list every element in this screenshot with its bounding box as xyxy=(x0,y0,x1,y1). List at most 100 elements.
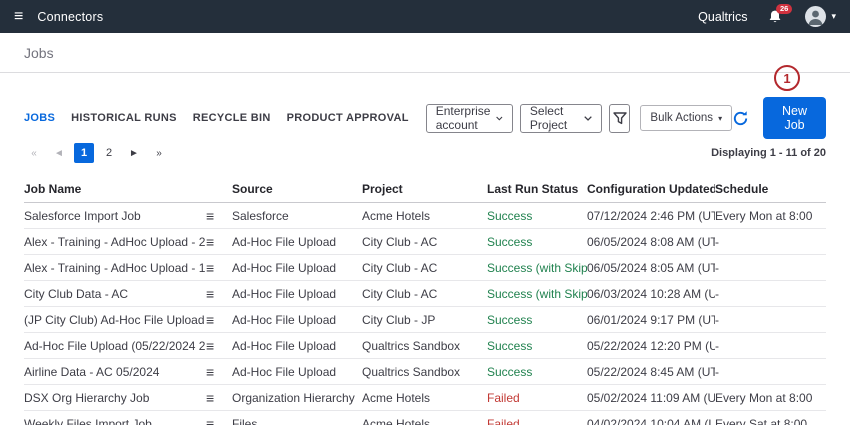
job-schedule: - xyxy=(715,365,826,379)
row-menu-icon[interactable]: ≡ xyxy=(206,234,232,250)
job-name[interactable]: (JP City Club) Ad-Hoc File Upload (06/01… xyxy=(24,313,206,327)
job-name[interactable]: Airline Data - AC 05/2024 xyxy=(24,365,206,379)
column-source[interactable]: Source xyxy=(232,182,362,196)
jobs-table: Job Name Source Project Last Run Status … xyxy=(24,175,826,425)
table-header-row: Job Name Source Project Last Run Status … xyxy=(24,175,826,203)
job-name[interactable]: Ad-Hoc File Upload (05/22/2024 2:19 PM .… xyxy=(24,339,206,353)
job-status: Success xyxy=(487,209,587,223)
job-name[interactable]: Alex - Training - AdHoc Upload - 2 xyxy=(24,235,206,249)
top-bar: ≡ Connectors Qualtrics 26 ▾ xyxy=(0,0,850,33)
job-updated: 06/01/2024 9:17 PM (UTC-0... xyxy=(587,313,715,327)
bulk-actions-label: Bulk Actions xyxy=(650,112,713,124)
column-schedule[interactable]: Schedule xyxy=(715,182,826,196)
brand-link[interactable]: Qualtrics xyxy=(698,10,747,24)
row-menu-icon[interactable]: ≡ xyxy=(206,416,232,425)
table-row[interactable]: Alex - Training - AdHoc Upload - 2 ≡ Ad-… xyxy=(24,229,826,255)
tab-jobs[interactable]: JOBS xyxy=(24,112,55,124)
job-name[interactable]: Alex - Training - AdHoc Upload - 1 xyxy=(24,261,206,275)
row-menu-icon[interactable]: ≡ xyxy=(206,390,232,406)
page-button-1[interactable]: 1 xyxy=(74,143,94,163)
job-project: Acme Hotels xyxy=(362,209,487,223)
new-job-button[interactable]: New Job xyxy=(763,97,826,139)
refresh-icon xyxy=(732,110,749,127)
job-source: Organization Hierarchy xyxy=(232,391,362,405)
last-page-button[interactable]: » xyxy=(149,143,169,163)
filter-button[interactable] xyxy=(609,104,630,133)
project-dropdown[interactable]: Select Project xyxy=(520,104,602,133)
account-dropdown-value: Enterprise account xyxy=(436,104,497,132)
job-status: Failed xyxy=(487,391,587,405)
notification-badge: 26 xyxy=(776,4,791,15)
next-page-button[interactable]: ► xyxy=(124,143,144,163)
column-project[interactable]: Project xyxy=(362,182,487,196)
table-row[interactable]: City Club Data - AC ≡ Ad-Hoc File Upload… xyxy=(24,281,826,307)
job-updated: 06/05/2024 8:05 AM (UTC-0... xyxy=(587,261,715,275)
refresh-button[interactable] xyxy=(732,110,749,127)
chevron-down-icon xyxy=(496,115,503,122)
job-status: Success xyxy=(487,235,587,249)
job-project: City Club - AC xyxy=(362,287,487,301)
column-configuration-updated-label: Configuration Updated xyxy=(587,182,715,196)
column-job-name[interactable]: Job Name xyxy=(24,182,206,196)
table-row[interactable]: DSX Org Hierarchy Job ≡ Organization Hie… xyxy=(24,385,826,411)
table-row[interactable]: (JP City Club) Ad-Hoc File Upload (06/01… xyxy=(24,307,826,333)
job-project: Qualtrics Sandbox xyxy=(362,365,487,379)
tab-recycle-bin[interactable]: RECYCLE BIN xyxy=(193,112,271,124)
job-updated: 07/12/2024 2:46 PM (UTC-0... xyxy=(587,209,715,223)
table-row[interactable]: Alex - Training - AdHoc Upload - 1 ≡ Ad-… xyxy=(24,255,826,281)
account-dropdown[interactable]: Enterprise account xyxy=(426,104,513,133)
job-source: Ad-Hoc File Upload xyxy=(232,365,362,379)
prev-page-button[interactable]: ◄ xyxy=(49,143,69,163)
job-schedule: Every Mon at 8:00 xyxy=(715,391,826,405)
tab-product-approval[interactable]: PRODUCT APPROVAL xyxy=(287,112,409,124)
chevron-down-icon: ▾ xyxy=(831,11,836,22)
tab-bar: JOBS HISTORICAL RUNS RECYCLE BIN PRODUCT… xyxy=(24,112,409,124)
job-schedule: - xyxy=(715,339,826,353)
hamburger-menu-icon[interactable]: ≡ xyxy=(14,9,23,25)
row-menu-icon[interactable]: ≡ xyxy=(206,286,232,302)
job-source: Ad-Hoc File Upload xyxy=(232,261,362,275)
job-updated: 04/02/2024 10:04 AM (UTC-... xyxy=(587,417,715,425)
tab-historical-runs[interactable]: HISTORICAL RUNS xyxy=(71,112,177,124)
account-menu-button[interactable]: ▾ xyxy=(805,6,836,27)
job-project: Acme Hotels xyxy=(362,417,487,425)
table-row[interactable]: Ad-Hoc File Upload (05/22/2024 2:19 PM .… xyxy=(24,333,826,359)
user-icon xyxy=(805,6,826,27)
job-status: Success (with Skipp... xyxy=(487,261,587,275)
table-row[interactable]: Weekly Files Import Job ≡ Files Acme Hot… xyxy=(24,411,826,425)
chevron-down-icon xyxy=(584,115,592,122)
caret-down-icon: ▾ xyxy=(718,114,722,123)
row-menu-icon[interactable]: ≡ xyxy=(206,364,232,380)
first-page-button[interactable]: « xyxy=(24,143,44,163)
bulk-actions-button[interactable]: Bulk Actions ▾ xyxy=(640,105,732,131)
job-status: Success xyxy=(487,365,587,379)
table-row[interactable]: Salesforce Import Job ≡ Salesforce Acme … xyxy=(24,203,826,229)
table-row[interactable]: Airline Data - AC 05/2024 ≡ Ad-Hoc File … xyxy=(24,359,826,385)
row-menu-icon[interactable]: ≡ xyxy=(206,312,232,328)
job-schedule: Every Sat at 8:00 xyxy=(715,417,826,425)
job-name[interactable]: DSX Org Hierarchy Job xyxy=(24,391,206,405)
job-status: Failed xyxy=(487,417,587,425)
job-schedule: - xyxy=(715,235,826,249)
row-menu-icon[interactable]: ≡ xyxy=(206,260,232,276)
row-menu-icon[interactable]: ≡ xyxy=(206,338,232,354)
job-name[interactable]: City Club Data - AC xyxy=(24,287,206,301)
displaying-count: Displaying 1 - 11 of 20 xyxy=(711,147,826,159)
page-header: Jobs xyxy=(0,33,850,73)
notifications-button[interactable]: 26 xyxy=(767,9,783,25)
job-project: Qualtrics Sandbox xyxy=(362,339,487,353)
job-updated: 05/22/2024 8:45 AM (UTC-0... xyxy=(587,365,715,379)
job-name[interactable]: Weekly Files Import Job xyxy=(24,417,206,425)
page-button-2[interactable]: 2 xyxy=(99,143,119,163)
job-status: Success xyxy=(487,313,587,327)
job-project: City Club - AC xyxy=(362,235,487,249)
column-configuration-updated[interactable]: Configuration Updated xyxy=(587,182,715,196)
job-source: Salesforce xyxy=(232,209,362,223)
job-name[interactable]: Salesforce Import Job xyxy=(24,209,206,223)
column-last-run-status[interactable]: Last Run Status xyxy=(487,182,587,196)
pagination-row: « ◄ 1 2 ► » Displaying 1 - 11 of 20 xyxy=(24,143,826,163)
job-updated: 05/22/2024 12:20 PM (UTC-... xyxy=(587,339,715,353)
row-menu-icon[interactable]: ≡ xyxy=(206,208,232,224)
pager: « ◄ 1 2 ► » xyxy=(24,143,169,163)
app-title: Connectors xyxy=(37,10,103,24)
